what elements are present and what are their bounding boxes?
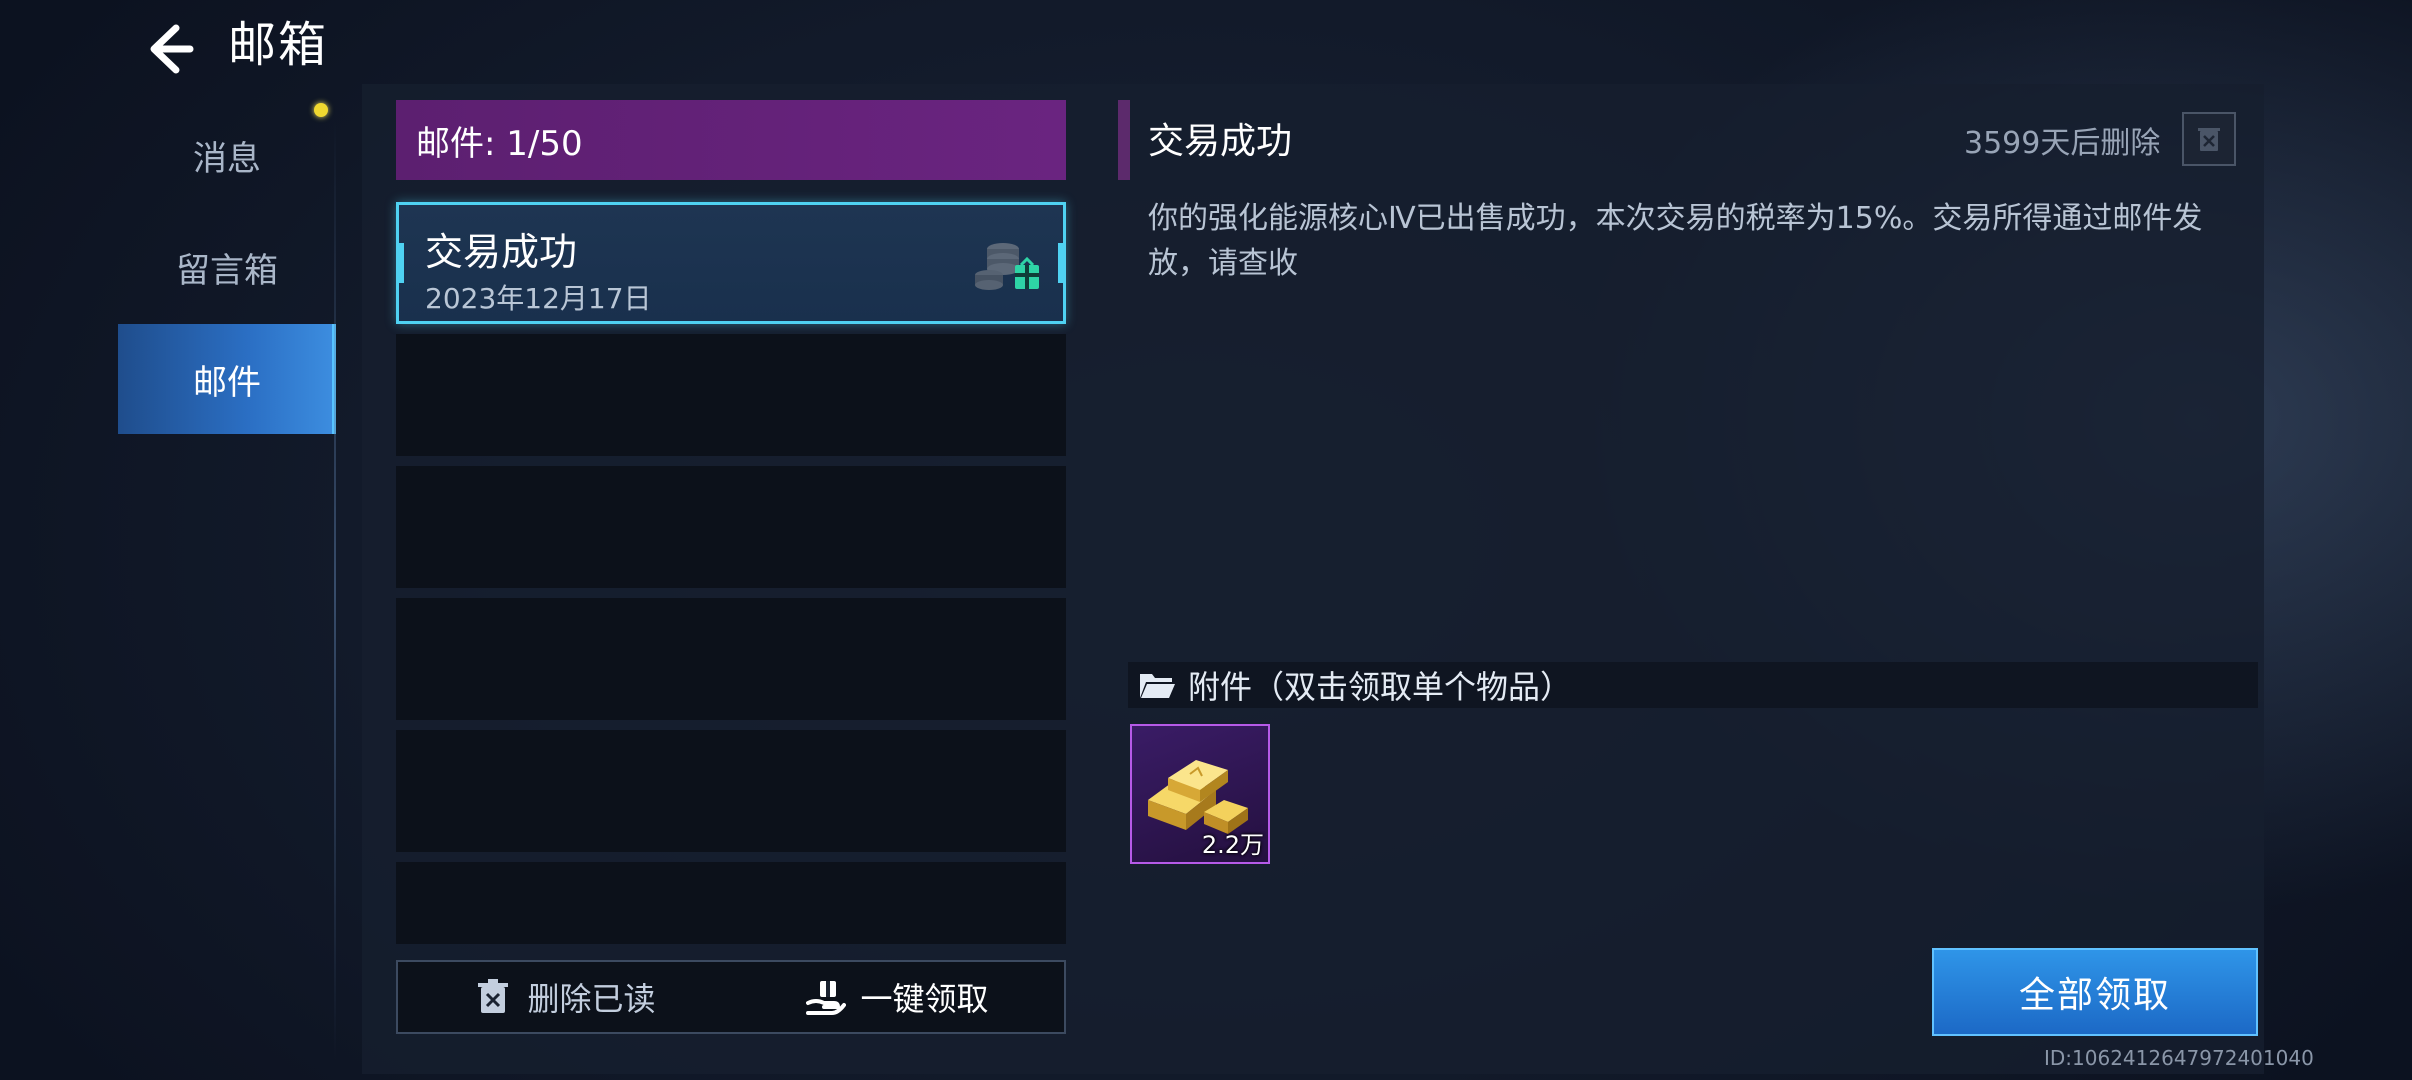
mail-item-title: 交易成功 xyxy=(425,230,578,274)
back-button[interactable] xyxy=(138,18,200,80)
back-arrow-icon xyxy=(150,24,194,74)
mail-list-empty-slot xyxy=(396,730,1066,852)
attachment-quantity: 2.2万 xyxy=(1201,831,1264,859)
attachments-label: 附件（双击领取单个物品） xyxy=(1188,668,1573,706)
mail-list-empty-slot xyxy=(396,862,1066,944)
nav-item-mail[interactable]: 邮件 xyxy=(118,324,336,434)
nav-item-messages[interactable]: 消息 xyxy=(118,100,336,210)
attachment-item[interactable]: 2.2万 xyxy=(1130,724,1270,864)
delete-read-label: 删除已读 xyxy=(527,980,656,1018)
nav-item-message-box[interactable]: 留言箱 xyxy=(118,212,336,322)
user-id: ID:1062412647972401040 xyxy=(2044,1046,2314,1070)
coins-gift-icon xyxy=(975,243,1039,290)
expire-text: 3599天后删除 xyxy=(1964,126,2161,161)
delete-read-button[interactable]: 删除已读 xyxy=(398,962,731,1032)
delete-mail-button[interactable] xyxy=(2182,112,2236,166)
mail-list-empty-slot xyxy=(396,466,1066,588)
mail-count-header: 邮件: 1/50 xyxy=(396,100,1066,180)
nav-item-label: 邮件 xyxy=(193,362,261,403)
detail-title-accent xyxy=(1118,100,1130,180)
mail-list-empty-slot xyxy=(396,334,1066,456)
mail-item-date: 2023年12月17日 xyxy=(425,282,652,315)
mail-body-text: 你的强化能源核心Ⅳ已出售成功，本次交易的税率为15%。交易所得通过邮件发放，请查… xyxy=(1148,201,2203,281)
claim-all-button[interactable]: 全部领取 xyxy=(1932,948,2258,1036)
hand-claim-icon xyxy=(806,981,847,1015)
nav-item-label: 留言箱 xyxy=(176,250,278,291)
detail-title: 交易成功 xyxy=(1148,121,1293,162)
one-key-claim-label: 一键领取 xyxy=(860,980,989,1018)
trash-icon xyxy=(478,979,509,1013)
mail-count: 邮件: 1/50 xyxy=(416,123,583,164)
attachments-header: 附件（双击领取单个物品） xyxy=(1128,662,2258,708)
selection-notch xyxy=(1058,243,1063,283)
nav-divider xyxy=(334,120,336,1060)
trash-icon xyxy=(2198,128,2220,151)
mail-list-footer: 删除已读 一键领取 xyxy=(396,960,1066,1034)
claim-all-label: 全部领取 xyxy=(2018,975,2171,1016)
mail-list-empty-slot xyxy=(396,598,1066,720)
one-key-claim-button[interactable]: 一键领取 xyxy=(731,962,1064,1032)
folder-icon xyxy=(1140,674,1175,698)
mail-list-item[interactable]: 交易成功 2023年12月17日 xyxy=(396,202,1066,324)
nav-item-label: 消息 xyxy=(193,138,261,179)
selection-notch xyxy=(399,243,404,283)
page-title: 邮箱 xyxy=(228,17,329,73)
